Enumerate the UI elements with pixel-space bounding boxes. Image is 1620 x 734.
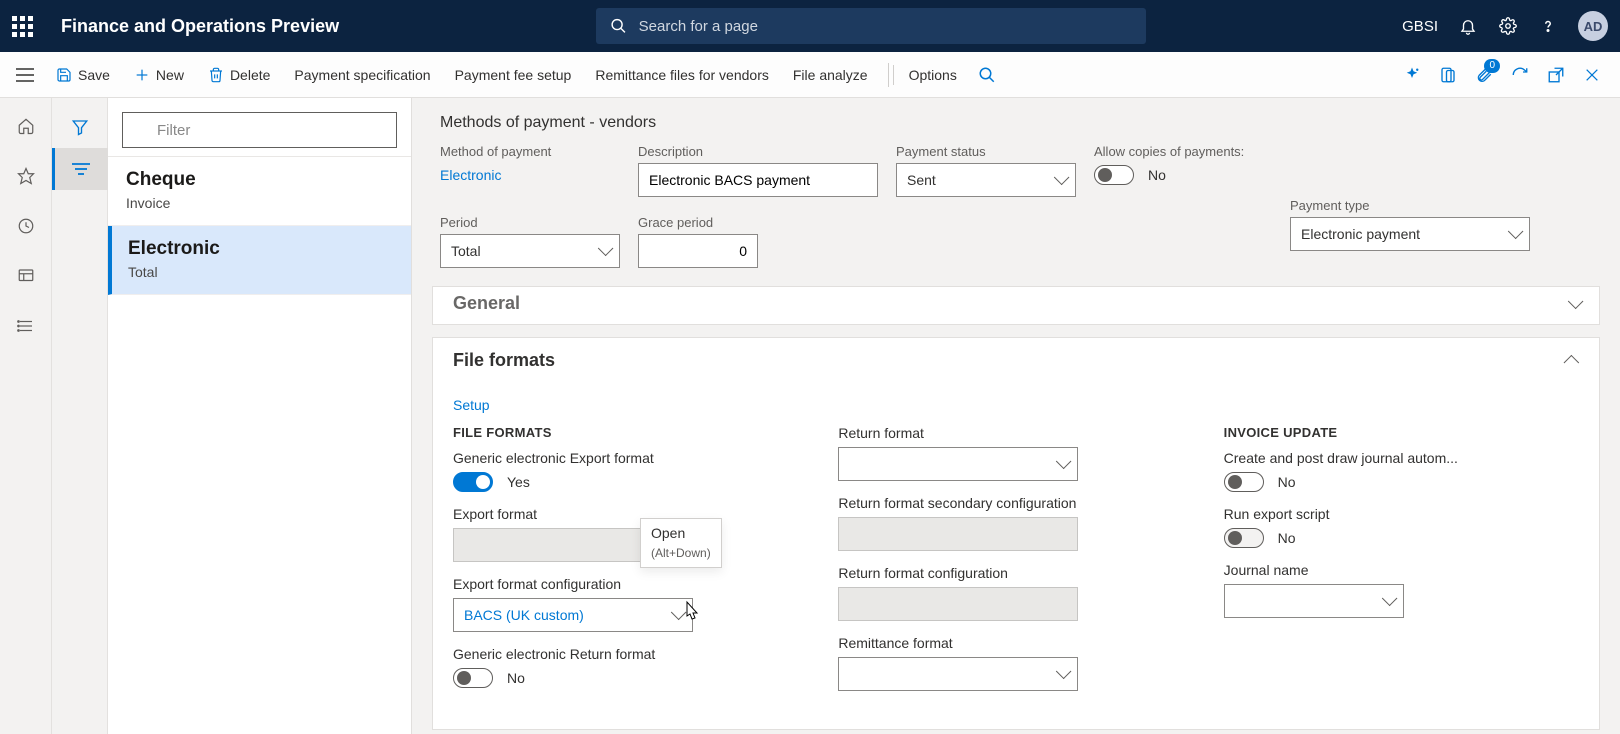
attachments-button[interactable]: 0 xyxy=(1468,59,1500,91)
label-period: Period xyxy=(440,215,620,230)
filter-input[interactable] xyxy=(122,112,397,148)
record-list-panel: Cheque Invoice Electronic Total xyxy=(108,98,412,734)
section-header-file-formats[interactable]: File formats xyxy=(433,338,1599,383)
allow-copies-toggle[interactable] xyxy=(1094,165,1134,185)
label-generic-return-format: Generic electronic Return format xyxy=(453,646,808,662)
refresh-button[interactable] xyxy=(1504,59,1536,91)
search-icon xyxy=(610,17,627,35)
save-icon xyxy=(56,67,72,83)
list-item-electronic[interactable]: Electronic Total xyxy=(108,226,411,295)
chevron-down-icon xyxy=(1382,593,1393,609)
nav-toggle-icon[interactable] xyxy=(16,68,34,82)
label-payment-type: Payment type xyxy=(1290,198,1530,213)
rail-modules-icon[interactable] xyxy=(0,306,52,346)
section-header-general[interactable]: General xyxy=(433,286,1599,324)
description-input[interactable] xyxy=(638,163,878,197)
chevron-down-icon xyxy=(671,607,682,623)
notifications-icon[interactable] xyxy=(1458,16,1478,36)
trash-icon xyxy=(208,67,224,83)
export-format-config-select[interactable]: BACS (UK custom) xyxy=(453,598,693,632)
run-export-toggle[interactable] xyxy=(1224,528,1264,548)
label-generic-export-format: Generic electronic Export format xyxy=(453,450,808,466)
setup-link[interactable]: Setup xyxy=(453,391,490,425)
dropdown-tooltip: Open (Alt+Down) xyxy=(640,518,722,568)
label-method-of-payment: Method of payment xyxy=(440,144,620,159)
return-secondary-config-input xyxy=(838,517,1078,551)
label-allow-copies: Allow copies of payments: xyxy=(1094,144,1294,159)
app-title: Finance and Operations Preview xyxy=(61,16,339,37)
copilot-icon[interactable] xyxy=(1396,59,1428,91)
chevron-down-icon xyxy=(1568,293,1579,314)
create-post-draw-toggle[interactable] xyxy=(1224,472,1264,492)
rail-recent-icon[interactable] xyxy=(0,206,52,246)
popout-button[interactable] xyxy=(1540,59,1572,91)
top-navigation: Finance and Operations Preview GBSI AD xyxy=(0,0,1620,52)
label-create-post-draw: Create and post draw journal autom... xyxy=(1224,450,1579,466)
label-return-format-config: Return format configuration xyxy=(838,565,1193,581)
chevron-down-icon xyxy=(1056,666,1067,682)
page-options-icon[interactable] xyxy=(1432,59,1464,91)
action-search-button[interactable] xyxy=(971,59,1003,91)
user-avatar[interactable]: AD xyxy=(1578,11,1608,41)
label-description: Description xyxy=(638,144,878,159)
label-remittance-format: Remittance format xyxy=(838,635,1193,651)
label-run-export-script: Run export script xyxy=(1224,506,1579,522)
attachments-badge: 0 xyxy=(1484,59,1500,73)
content-area: Methods of payment - vendors Method of p… xyxy=(412,98,1620,734)
new-button[interactable]: New xyxy=(124,61,194,89)
left-rail xyxy=(0,98,52,734)
save-button[interactable]: Save xyxy=(46,61,120,89)
settings-icon[interactable] xyxy=(1498,16,1518,36)
app-launcher-icon[interactable] xyxy=(12,16,33,37)
delete-button[interactable]: Delete xyxy=(198,61,280,89)
rail-workspaces-icon[interactable] xyxy=(0,256,52,296)
filter-funnel-icon[interactable] xyxy=(52,106,108,148)
label-return-format: Return format xyxy=(838,425,1193,441)
help-icon[interactable] xyxy=(1538,16,1558,36)
remittance-files-button[interactable]: Remittance files for vendors xyxy=(585,61,779,89)
action-bar: Save New Delete Payment specification Pa… xyxy=(0,52,1620,98)
journal-name-select[interactable] xyxy=(1224,584,1404,618)
chevron-down-icon xyxy=(1056,456,1067,472)
search-input[interactable] xyxy=(637,17,1132,36)
return-format-select[interactable] xyxy=(838,447,1078,481)
file-formats-heading: FILE FORMATS xyxy=(453,425,808,440)
rail-favorites-icon[interactable] xyxy=(0,156,52,196)
grace-period-input[interactable] xyxy=(638,234,758,268)
label-grace-period: Grace period xyxy=(638,215,758,230)
global-search[interactable] xyxy=(596,8,1146,44)
label-return-secondary-config: Return format secondary configuration xyxy=(838,495,1193,511)
label-payment-status: Payment status xyxy=(896,144,1076,159)
search-icon xyxy=(978,66,996,84)
label-export-format-config: Export format configuration xyxy=(453,576,808,592)
rail-home-icon[interactable] xyxy=(0,106,52,146)
plus-icon xyxy=(134,67,150,83)
chevron-up-icon xyxy=(1568,350,1579,371)
period-select[interactable]: Total xyxy=(440,234,620,268)
company-label[interactable]: GBSI xyxy=(1402,18,1438,35)
payment-specification-button[interactable]: Payment specification xyxy=(284,61,440,89)
remittance-format-select[interactable] xyxy=(838,657,1078,691)
payment-type-select[interactable]: Electronic payment xyxy=(1290,217,1530,251)
invoice-update-heading: INVOICE UPDATE xyxy=(1224,425,1579,440)
file-analyze-button[interactable]: File analyze xyxy=(783,61,878,89)
generic-export-toggle[interactable] xyxy=(453,472,493,492)
method-of-payment-link[interactable]: Electronic xyxy=(440,163,620,184)
options-button[interactable]: Options xyxy=(899,61,967,89)
generic-return-toggle[interactable] xyxy=(453,668,493,688)
chevron-down-icon xyxy=(1508,226,1519,242)
chevron-down-icon xyxy=(598,243,609,259)
payment-fee-setup-button[interactable]: Payment fee setup xyxy=(445,61,582,89)
label-journal-name: Journal name xyxy=(1224,562,1579,578)
payment-status-select[interactable]: Sent xyxy=(896,163,1076,197)
close-button[interactable] xyxy=(1576,59,1608,91)
label-export-format: Export format xyxy=(453,506,808,522)
page-title: Methods of payment - vendors xyxy=(440,114,1592,132)
filter-rail xyxy=(52,98,108,734)
chevron-down-icon xyxy=(1054,172,1065,188)
filter-list-icon[interactable] xyxy=(52,148,108,190)
list-item-cheque[interactable]: Cheque Invoice xyxy=(108,157,411,226)
return-format-config-input xyxy=(838,587,1078,621)
